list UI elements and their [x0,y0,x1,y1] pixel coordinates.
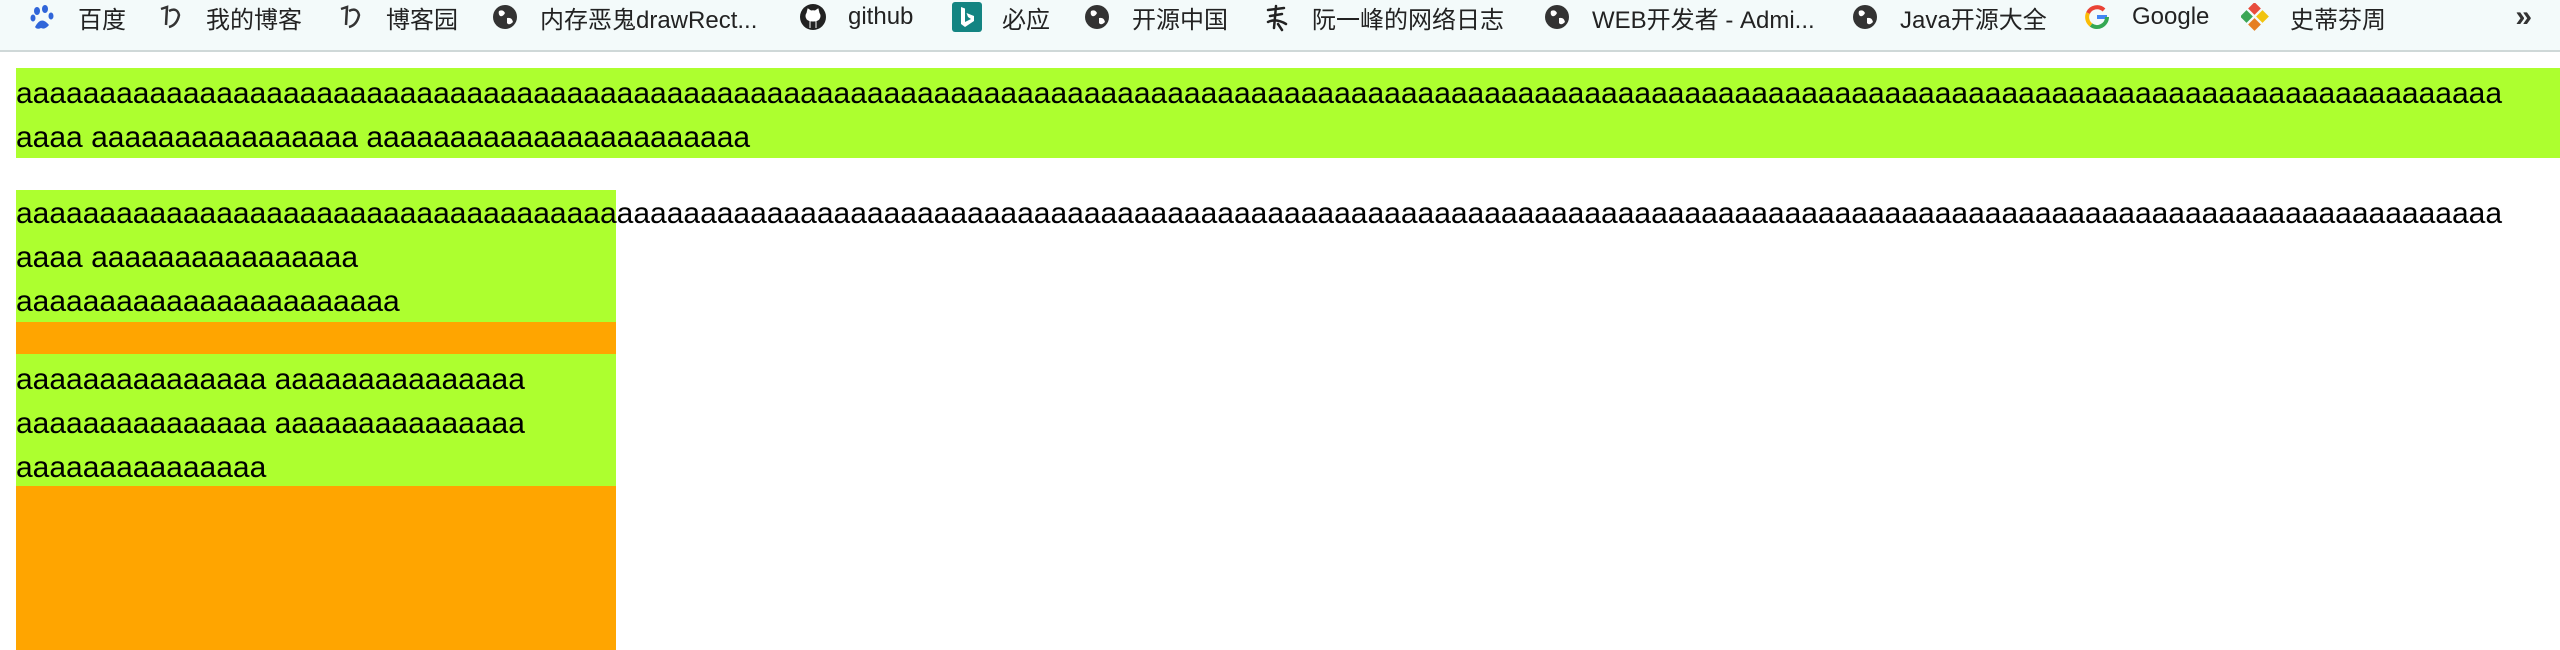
orange-block [16,486,616,650]
bookmark-label: 百度 [78,6,126,34]
bing-icon [952,2,982,32]
block3-line3: aaaaaaaaaaaaaaa [16,451,267,484]
bookmark-drawrect[interactable]: 内存恶鬼drawRect... [490,0,757,34]
globe-icon [1542,2,1572,32]
block1-line1: aaaaaaaaaaaaaaaaaaaaaaaaaaaaaaaaaaaaaaaa… [16,77,2503,110]
ruanyifeng-icon [1262,2,1292,32]
bookmark-oschina[interactable]: 开源中国 [1082,0,1228,34]
bookmark-bing[interactable]: 必应 [952,0,1050,34]
more-bookmarks-button[interactable]: » [2515,0,2532,34]
bookmark-google[interactable]: Google [2082,0,2209,34]
google-icon [2082,2,2112,32]
bookmark-github[interactable]: github [798,0,913,34]
bookmark-label: github [848,3,914,30]
bookmark-label: 开源中国 [1132,6,1228,34]
page-content: aaaaaaaaaaaaaaaaaaaaaaaaaaaaaaaaaaaaaaaa… [0,52,2560,650]
bookmark-ruanyifeng[interactable]: 阮一峰的网络日志 [1262,0,1504,34]
bookmark-label: WEB开发者 - Admi... [1592,6,1815,34]
bookmark-label: Java开源大全 [1900,6,2047,34]
bookmark-label: 史蒂芬周 [2290,6,2386,34]
github-icon [798,2,828,32]
block2-line2: aaaa aaaaaaaaaaaaaaaa [16,241,359,274]
block2-line3: aaaaaaaaaaaaaaaaaaaaaaa [16,285,400,318]
bookmark-stephen-zhou[interactable]: 史蒂芬周 [2240,0,2386,34]
block3-line1: aaaaaaaaaaaaaaa aaaaaaaaaaaaaaa [16,363,525,396]
bookmark-label: 内存恶鬼drawRect... [540,6,758,34]
block1-line2: aaaa aaaaaaaaaaaaaaaa aaaaaaaaaaaaaaaaaa… [16,121,751,154]
bookmarks-bar: 百度 我的博客 博客园 内存恶鬼drawRect... github 必应 开源… [0,0,2560,52]
cnblogs-icon [336,2,366,32]
block2-line1-overflow: aaaaaaaaaaaaaaaaaaaaaaaaaaaaaaaaaaaaaaaa… [16,197,2503,230]
bookmark-java-open-source[interactable]: Java开源大全 [1850,0,2047,34]
bookmark-label: 必应 [1002,6,1050,34]
cnblogs-icon [156,2,186,32]
bookmark-label: 我的博客 [206,6,302,34]
orange-strip [16,322,616,354]
bookmark-baidu[interactable]: 百度 [28,0,126,34]
bookmark-cnblogs[interactable]: 博客园 [336,0,458,34]
bookmark-web-developer[interactable]: WEB开发者 - Admi... [1542,0,1815,34]
bookmark-label: Google [2132,3,2210,30]
block3-line2: aaaaaaaaaaaaaaa aaaaaaaaaaaaaaa [16,407,525,440]
globe-icon [1850,2,1880,32]
colorful-diamond-icon [2240,2,2270,32]
bookmark-my-blog[interactable]: 我的博客 [156,0,302,34]
bookmark-label: 阮一峰的网络日志 [1312,6,1504,34]
baidu-paw-icon [28,2,58,32]
bookmark-label: 博客园 [386,6,458,34]
globe-icon [1082,2,1112,32]
globe-icon [490,2,520,32]
